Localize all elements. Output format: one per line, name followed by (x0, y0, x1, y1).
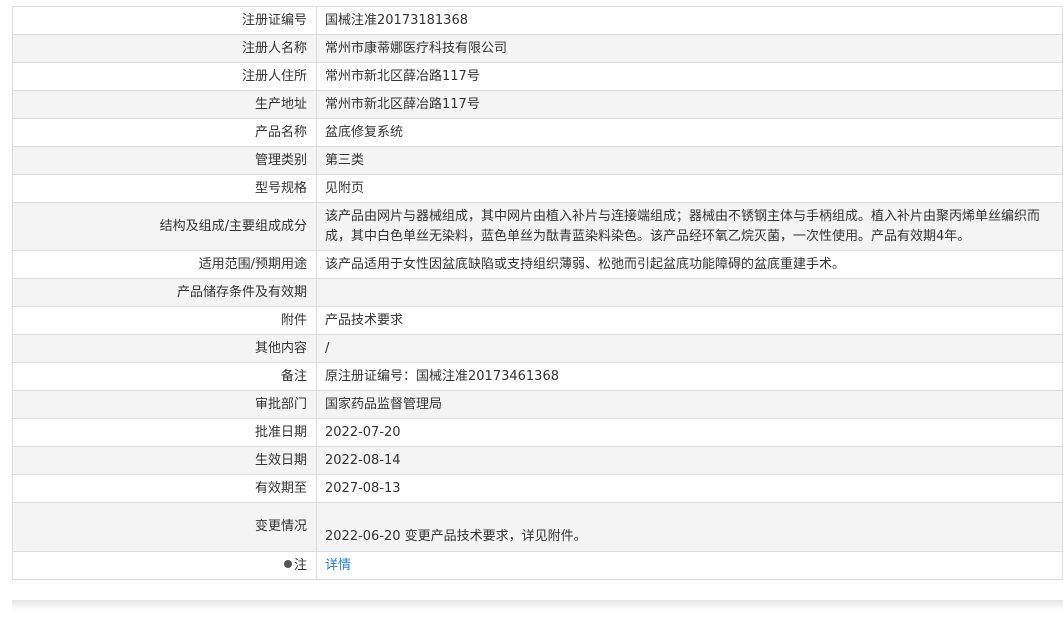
row-value: 2027-08-13 (316, 474, 1063, 503)
row-label: 型号规格 (12, 174, 317, 203)
row-value: 见附页 (316, 174, 1063, 203)
row-label: 管理类别 (12, 146, 317, 175)
row-value: 2022-06-20 变更产品技术要求，详见附件。 (316, 502, 1063, 552)
table-row: 备注 原注册证编号：国械注准20173461368 (12, 362, 1063, 391)
table-row: 注册证编号 国械注准20173181368 (12, 6, 1063, 35)
row-value: 常州市康蒂娜医疗科技有限公司 (316, 34, 1063, 63)
row-value: 原注册证编号：国械注准20173461368 (316, 362, 1063, 391)
table-row: 其他内容 / (12, 334, 1063, 363)
row-value: / (316, 334, 1063, 363)
table-row: 适用范围/预期用途 该产品适用于女性因盆底缺陷或支持组织薄弱、松弛而引起盆底功能… (12, 250, 1063, 279)
row-label: 备注 (12, 362, 317, 391)
table-row-note: 注 详情 (12, 551, 1063, 580)
row-label: 生产地址 (12, 90, 317, 119)
row-label: 产品名称 (12, 118, 317, 147)
row-label: 附件 (12, 306, 317, 335)
table-row: 变更情况 2022-06-20 变更产品技术要求，详见附件。 (12, 502, 1063, 552)
table-row: 批准日期 2022-07-20 (12, 418, 1063, 447)
table-row: 结构及组成/主要组成成分 该产品由网片与器械组成，其中网片由植入补片与连接端组成… (12, 202, 1063, 251)
note-value-cell: 详情 (316, 551, 1063, 580)
table-row: 有效期至 2027-08-13 (12, 474, 1063, 503)
row-value: 国家药品监督管理局 (316, 390, 1063, 419)
table-row: 注册人名称 常州市康蒂娜医疗科技有限公司 (12, 34, 1063, 63)
row-label: 变更情况 (12, 502, 317, 552)
row-label: 注册人住所 (12, 62, 317, 91)
row-value: 常州市新北区薛冶路117号 (316, 62, 1063, 91)
note-label: 注 (293, 557, 307, 573)
row-label: 有效期至 (12, 474, 317, 503)
table-row: 生效日期 2022-08-14 (12, 446, 1063, 475)
row-value (316, 278, 1063, 307)
row-label: 批准日期 (12, 418, 317, 447)
row-value: 该产品由网片与器械组成，其中网片由植入补片与连接端组成；器械由不锈钢主体与手柄组… (316, 202, 1063, 251)
table-row: 产品名称 盆底修复系统 (12, 118, 1063, 147)
table-row: 注册人住所 常州市新北区薛冶路117号 (12, 62, 1063, 91)
row-value: 该产品适用于女性因盆底缺陷或支持组织薄弱、松弛而引起盆底功能障碍的盆底重建手术。 (316, 250, 1063, 279)
table-row: 审批部门 国家药品监督管理局 (12, 390, 1063, 419)
row-value: 第三类 (316, 146, 1063, 175)
details-link[interactable]: 详情 (325, 558, 351, 573)
row-label: 适用范围/预期用途 (12, 250, 317, 279)
lightbulb-icon (283, 560, 292, 568)
row-value: 2022-08-14 (316, 446, 1063, 475)
bottom-shadow (12, 600, 1063, 610)
row-label: 注册人名称 (12, 34, 317, 63)
table-row: 管理类别 第三类 (12, 146, 1063, 175)
row-label: 结构及组成/主要组成成分 (12, 202, 317, 251)
row-label: 生效日期 (12, 446, 317, 475)
registration-table: 注册证编号 国械注准20173181368 注册人名称 常州市康蒂娜医疗科技有限… (12, 6, 1063, 580)
row-value: 2022-07-20 (316, 418, 1063, 447)
note-label-cell: 注 (12, 551, 317, 580)
row-label: 产品储存条件及有效期 (12, 278, 317, 307)
row-value: 盆底修复系统 (316, 118, 1063, 147)
registration-detail: 注册证编号 国械注准20173181368 注册人名称 常州市康蒂娜医疗科技有限… (12, 6, 1063, 580)
row-label: 注册证编号 (12, 6, 317, 35)
table-row: 附件 产品技术要求 (12, 306, 1063, 335)
table-row: 生产地址 常州市新北区薛冶路117号 (12, 90, 1063, 119)
row-value: 产品技术要求 (316, 306, 1063, 335)
row-value: 常州市新北区薛冶路117号 (316, 90, 1063, 119)
table-row: 产品储存条件及有效期 (12, 278, 1063, 307)
row-label: 其他内容 (12, 334, 317, 363)
row-value: 国械注准20173181368 (316, 6, 1063, 35)
table-row: 型号规格 见附页 (12, 174, 1063, 203)
row-label: 审批部门 (12, 390, 317, 419)
